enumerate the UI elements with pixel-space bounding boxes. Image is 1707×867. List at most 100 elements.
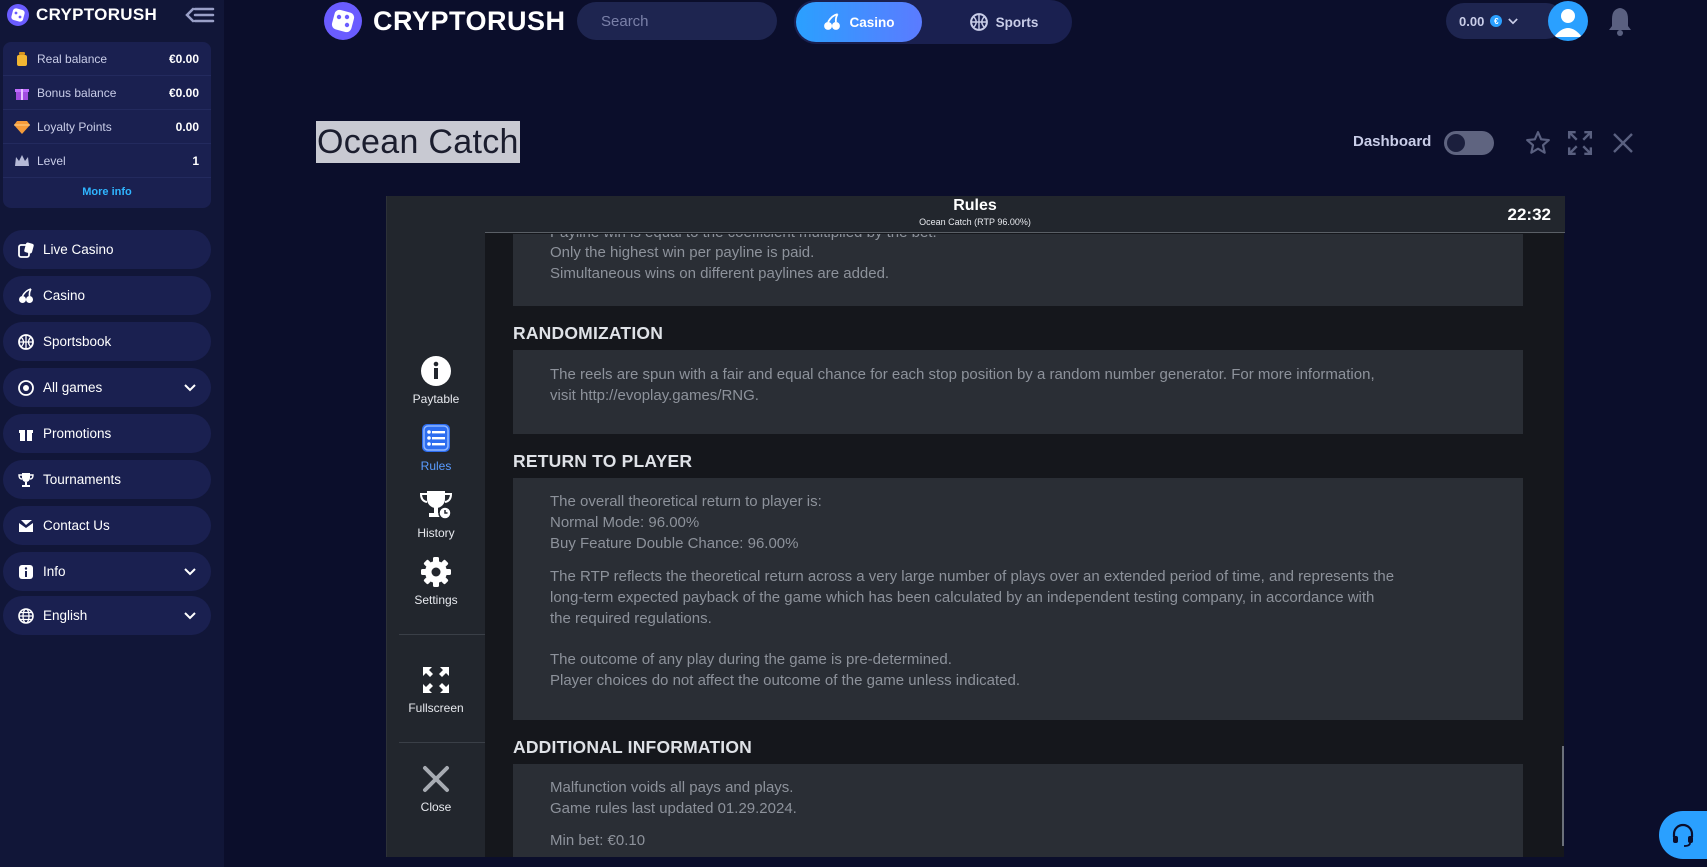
bonus-balance-row: Bonus balance €0.00 [3,76,211,110]
fullscreen-button[interactable]: Fullscreen [387,663,485,723]
diamond-icon [13,118,31,136]
sidebar-item-label: Promotions [43,426,112,441]
dice-logo-icon [7,4,29,26]
chevron-down-icon [183,609,197,623]
chevron-down-icon [183,381,197,395]
cherry-icon [824,13,841,30]
sidebar-item-info[interactable]: Info [3,552,211,591]
randomization-text: visit http://evoplay.games/RNG. [550,387,759,404]
currency-badge: € [1490,15,1503,27]
clock: 22:32 [1507,205,1551,224]
dice-logo-icon [324,2,362,40]
cherry-icon [17,287,35,305]
casino-mode-button[interactable]: Casino [796,2,922,42]
sidebar-item-sportsbook[interactable]: Sportsbook [3,322,211,361]
sidebar-item-tournaments[interactable]: Tournaments [3,460,211,499]
sports-mode-button[interactable]: Sports [944,2,1064,42]
additional-info-heading: ADDITIONAL INFORMATION [513,737,753,757]
header-logo[interactable]: CRYPTORUSH [323,2,566,40]
rule-line: Only the highest win per payline is paid… [550,244,815,261]
search-input[interactable] [601,12,800,30]
info-icon [17,563,35,581]
more-info-link[interactable]: More info [3,178,211,206]
loyalty-points-label: Loyalty Points [37,119,112,134]
outcome-line: The outcome of any play during the game … [550,651,952,668]
header-brand-name: CRYPTORUSH [373,5,566,36]
collapse-menu-icon [185,7,215,23]
real-balance-row: Real balance €0.00 [3,42,211,76]
dashboard-toggle[interactable] [1444,131,1494,155]
loyalty-points-row: Loyalty Points 0.00 [3,110,211,144]
sidebar-item-live-casino[interactable]: Live Casino [3,230,211,269]
basketball-icon [17,333,35,351]
close-icon [419,762,453,796]
sidebar-brand-name: CRYPTORUSH [36,5,158,24]
rule-line: Simultaneous wins on different paylines … [550,265,890,282]
rtp-paragraph: The RTP reflects the theoretical return … [550,568,1395,585]
rules-button[interactable]: Rules [387,421,485,481]
rtp-heading: RETURN TO PLAYER [513,451,693,471]
randomization-text: The reels are spun with a fair and equal… [550,366,1375,383]
gift-box-icon [13,84,31,102]
chevron-down-icon [183,565,197,579]
sidebar-item-label: Live Casino [43,242,114,257]
real-balance-value: €0.00 [168,51,199,66]
wallet-dropdown[interactable]: 0.00 € [1446,3,1564,39]
paytable-button[interactable]: Paytable [387,354,485,414]
collapse-sidebar-button[interactable] [184,3,216,27]
basketball-icon [969,13,988,31]
menu-divider [399,742,485,743]
rtp-line: The overall theoretical return to player… [550,493,822,510]
sidebar-item-casino[interactable]: Casino [3,276,211,315]
rules-subtitle: Ocean Catch (RTP 96.00%) [919,217,1031,227]
history-label: History [417,526,455,540]
money-bag-icon [13,50,31,68]
sidebar-item-promotions[interactable]: Promotions [3,414,211,453]
grid-icon [17,379,35,397]
notifications-button[interactable] [1606,4,1634,38]
toggle-knob [1447,134,1465,152]
sidebar-item-label: Contact Us [43,518,110,533]
expand-button[interactable] [1566,129,1594,157]
sidebar: CRYPTORUSH Real balance €0.00 Bonus bala… [0,0,224,867]
balance-card: Real balance €0.00 Bonus balance €0.00 L… [3,42,211,208]
rules-label: Rules [420,459,452,473]
rules-content[interactable]: Payline win is equal to the coefficient … [485,234,1565,857]
close-game-button[interactable] [1609,129,1637,157]
expand-icon [419,663,453,697]
info-circle-icon [419,354,453,388]
rules-title: Rules [953,197,997,214]
close-menu-button[interactable]: Close [387,762,485,822]
dashboard-label: Dashboard [1353,133,1432,150]
crown-icon [13,152,31,170]
additional-line: Game rules last updated 01.29.2024. [550,800,797,817]
chevron-down-icon [1508,12,1519,30]
sidebar-item-language[interactable]: English [3,596,211,635]
outcome-line: Player choices do not affect the outcome… [550,672,1021,689]
rtp-paragraph: the required regulations. [550,610,712,627]
envelope-icon [17,517,35,535]
wallet-amount: 0.00 [1459,13,1485,29]
support-chat-button[interactable] [1659,811,1707,859]
level-value: 1 [192,153,199,168]
user-avatar[interactable] [1548,1,1588,41]
expand-icon [1567,130,1593,156]
sidebar-item-contact-us[interactable]: Contact Us [3,506,211,545]
game-menu: Paytable Rules History Settings Fullscre… [387,196,485,857]
globe-icon [17,607,35,625]
settings-button[interactable]: Settings [387,555,485,615]
sidebar-item-label: Casino [43,288,86,303]
rules-scrollbar[interactable] [1562,746,1564,846]
gift-icon [17,425,35,443]
star-icon [1526,131,1550,154]
rtp-paragraph: long-term expected payback of the game w… [550,589,1375,606]
search-box[interactable] [577,2,820,40]
sidebar-item-all-games[interactable]: All games [3,368,211,407]
favorite-button[interactable] [1524,129,1552,157]
bell-icon [1609,8,1631,36]
sidebar-logo[interactable]: CRYPTORUSH [6,3,157,27]
game-topbar: Rules Ocean Catch (RTP 96.00%) 22:32 [485,196,1565,233]
bonus-balance-value: €0.00 [168,85,199,100]
history-button[interactable]: History [387,488,485,548]
level-row: Level 1 [3,144,211,178]
